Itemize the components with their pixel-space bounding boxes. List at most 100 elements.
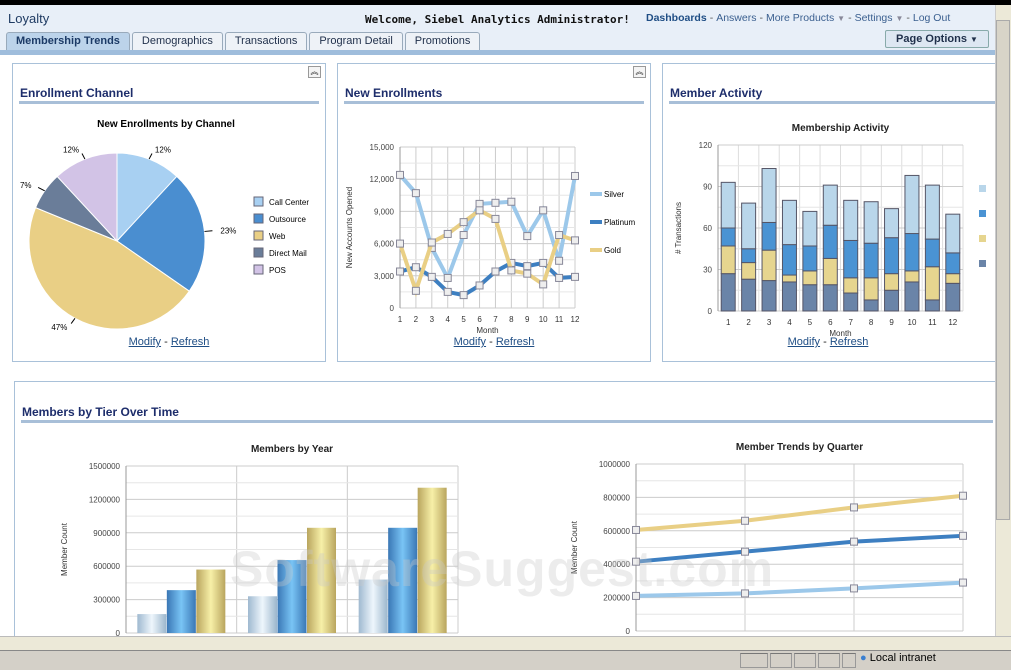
y-tick-label: 15,000 [370, 143, 395, 152]
y-tick-label: 600000 [93, 562, 120, 571]
chart-title: Membership Activity [792, 123, 890, 134]
data-point [555, 273, 564, 282]
bar-segment [720, 273, 736, 312]
data-point [459, 231, 468, 240]
page-options-label: Page Options [896, 33, 967, 45]
x-tick-label: 7 [848, 318, 853, 327]
link-log-out[interactable]: Log Out [913, 12, 950, 24]
page-options-button[interactable]: Page Options ▼ [885, 30, 989, 48]
separator: - [906, 12, 910, 24]
data-point [411, 263, 420, 272]
tab-membership-trends[interactable]: Membership Trends [6, 32, 130, 50]
y-tick-label: 90 [703, 183, 712, 192]
chart-title: Members by Year [251, 444, 333, 455]
security-zone: ● Local intranet [860, 652, 936, 664]
panel-links: Modify - Refresh [338, 336, 650, 348]
link-answers[interactable]: Answers [716, 12, 756, 24]
legend-label: Web [269, 232, 286, 241]
panel-links: Modify - Refresh [13, 336, 325, 348]
tab-promotions[interactable]: Promotions [404, 32, 481, 50]
data-point [539, 280, 548, 289]
bar-segment [761, 280, 777, 312]
y-tick-label: 900000 [93, 529, 120, 538]
chart-title: New Enrollments by Channel [97, 119, 235, 130]
modify-link[interactable]: Modify [129, 336, 161, 348]
legend-swatch [979, 235, 986, 242]
y-tick-label: 30 [703, 266, 712, 275]
dashboard-content: ︽ Enrollment Channel New Enrollments by … [0, 55, 1004, 641]
data-point [571, 236, 579, 245]
y-tick-label: 6,000 [374, 240, 395, 249]
bar-segment [720, 245, 736, 275]
x-tick-label: 8 [869, 318, 874, 327]
y-axis-label: # Transactions [674, 202, 683, 254]
x-tick-label: 9 [889, 318, 894, 327]
divider [19, 101, 319, 104]
link-dashboards[interactable]: Dashboards [646, 12, 707, 24]
bar-segment [945, 282, 961, 312]
bar-chart: Members by Year0300000600000900000120000… [60, 444, 459, 641]
x-tick-label: 6 [477, 315, 482, 324]
bar-segment [781, 199, 797, 246]
data-point [443, 229, 452, 238]
x-tick-label: 11 [555, 315, 564, 324]
modify-link[interactable]: Modify [454, 336, 486, 348]
bar-segment [924, 238, 940, 268]
bar-segment [741, 202, 757, 250]
bar-segment [863, 201, 879, 244]
data-point [396, 239, 404, 248]
link-more-products[interactable]: More Products [766, 12, 834, 24]
x-tick-label: 8 [509, 315, 514, 324]
collapse-icon[interactable]: ︽ [308, 66, 321, 78]
y-tick-label: 0 [390, 304, 395, 313]
horizontal-scrollbar[interactable] [0, 636, 1011, 650]
bar-segment [843, 239, 859, 279]
refresh-link[interactable]: Refresh [171, 336, 210, 348]
data-point [539, 258, 548, 267]
scrollbar-thumb[interactable] [996, 20, 1010, 520]
bar [417, 487, 447, 633]
top-nav: Dashboards - Answers - More Products ▼ - Setti… [646, 12, 950, 24]
data-point [443, 287, 452, 296]
data-point [411, 189, 420, 198]
tab-program-detail[interactable]: Program Detail [309, 32, 403, 50]
app-title: Loyalty [8, 11, 50, 26]
bar-segment [781, 281, 797, 312]
data-point [491, 198, 500, 207]
legend-swatch [253, 213, 264, 224]
collapse-icon[interactable]: ︽ [633, 66, 646, 78]
panel-title: Member Activity [670, 86, 763, 100]
y-tick-label: 1500000 [89, 462, 121, 471]
chevron-down-icon[interactable]: ▼ [895, 14, 903, 23]
tab-demographics[interactable]: Demographics [131, 32, 223, 50]
y-tick-label: 1200000 [89, 495, 121, 504]
data-point [396, 267, 404, 276]
tab-transactions[interactable]: Transactions [224, 32, 308, 50]
data-point [850, 537, 858, 546]
data-point [555, 231, 564, 240]
bar-segment [761, 249, 777, 282]
panel-member-activity: Member Activity Membership Activity 0 30 60… [662, 63, 1002, 362]
leader-line [37, 186, 45, 192]
chevron-down-icon[interactable]: ▼ [837, 14, 845, 23]
refresh-link[interactable]: Refresh [830, 336, 869, 348]
data-point [427, 272, 436, 281]
data-point [850, 503, 858, 512]
x-tick-label: 12 [571, 315, 580, 324]
bar-segment [924, 299, 940, 312]
chevron-down-icon: ▼ [970, 35, 978, 44]
bar-segment [843, 277, 859, 294]
y-tick-label: 1000000 [599, 460, 631, 469]
bar-segment [904, 270, 920, 283]
x-tick-label: 2 [414, 315, 419, 324]
link-settings[interactable]: Settings [855, 12, 893, 24]
chart-title: Member Trends by Quarter [736, 442, 863, 453]
modify-link[interactable]: Modify [788, 336, 820, 348]
bar-segment [924, 184, 940, 240]
separator: - [759, 12, 763, 24]
refresh-link[interactable]: Refresh [496, 336, 535, 348]
x-tick-label: 4 [787, 318, 792, 327]
bar-segment [720, 181, 736, 229]
x-tick-label: 9 [525, 315, 530, 324]
status-cell [770, 653, 792, 668]
